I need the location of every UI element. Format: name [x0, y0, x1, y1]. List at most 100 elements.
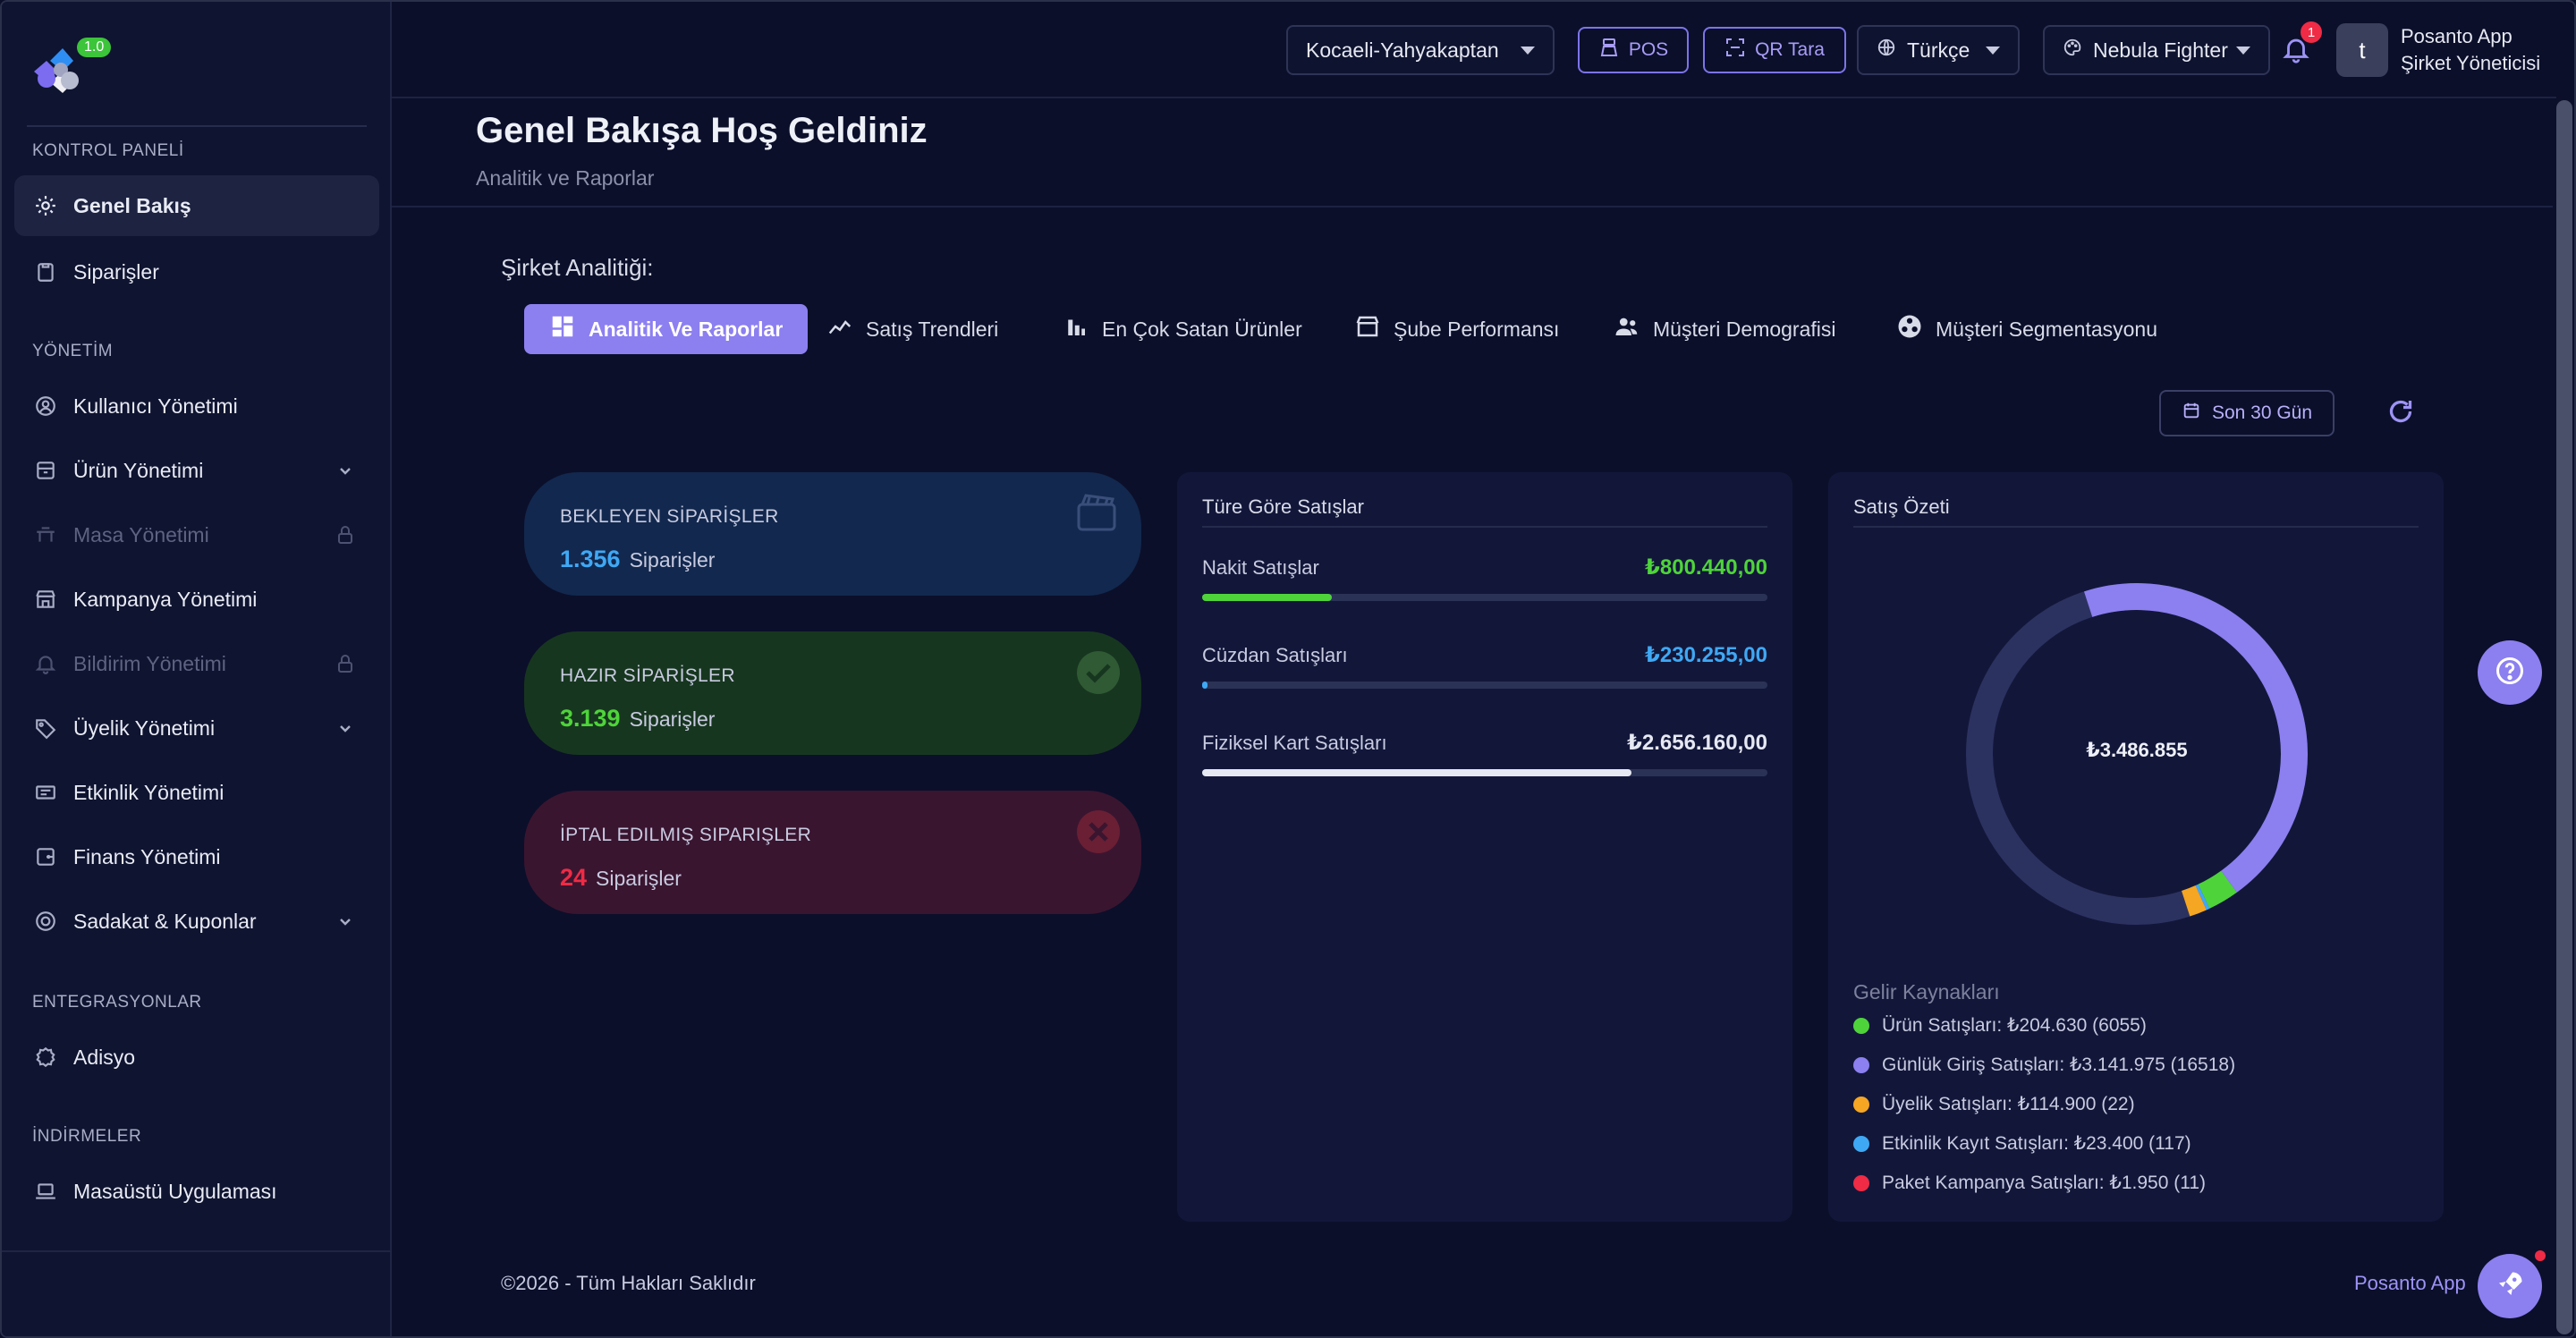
app-logo[interactable]: 1.0	[27, 36, 125, 98]
legend-item[interactable]: Üyelik Satışları: ₺114.900 (22)	[1853, 1093, 2135, 1115]
sidebar-item-label: Bildirim Yönetimi	[73, 651, 226, 675]
app-window: 1.0 KONTROL PANELİ Genel Bakış Siparişle…	[0, 0, 2576, 1338]
segment-icon	[1896, 313, 1923, 345]
sidebar-item-kampanya[interactable]: Kampanya Yönetimi	[14, 569, 379, 630]
legend-item[interactable]: Paket Kampanya Satışları: ₺1.950 (11)	[1853, 1172, 2206, 1194]
company-analytics-label: Şirket Analitiği:	[501, 254, 654, 281]
sidebar-item-label: Sadakat & Kuponlar	[73, 909, 257, 933]
legend-title: Gelir Kaynakları	[1853, 980, 2000, 1004]
progress-track	[1202, 594, 1767, 601]
sidebar-item-masaustu[interactable]: Masaüstü Uygulaması	[14, 1161, 379, 1222]
box-icon	[34, 459, 57, 482]
sidebar-item-urun[interactable]: Ürün Yönetimi	[14, 440, 379, 501]
language-select[interactable]: Türkçe	[1857, 25, 2020, 75]
card-count: 24 Siparişler	[560, 864, 682, 892]
register-icon	[1598, 37, 1620, 64]
check-icon	[1073, 648, 1123, 698]
sidebar-item-sadakat[interactable]: Sadakat & Kuponlar	[14, 891, 379, 952]
tab-musteri-demografisi[interactable]: Müşteri Demografisi	[1589, 304, 1861, 354]
sidebar-item-siparisler[interactable]: Siparişler	[14, 241, 379, 302]
legend-item[interactable]: Günlük Giriş Satışları: ₺3.141.975 (1651…	[1853, 1054, 2235, 1076]
laptop-icon	[34, 1180, 57, 1203]
tab-musteri-segmentasyonu[interactable]: Müşteri Segmentasyonu	[1871, 304, 2182, 354]
user-name[interactable]: Posanto App	[2401, 25, 2512, 48]
table-icon	[34, 523, 57, 546]
sidebar-item-uyelik[interactable]: Üyelik Yönetimi	[14, 698, 379, 758]
progress-track	[1202, 682, 1767, 689]
tab-en-cok-satan[interactable]: En Çok Satan Ürünler	[1038, 304, 1327, 354]
legend-label: Etkinlik Kayıt Satışları: ₺23.400 (117)	[1882, 1133, 2191, 1154]
card-count-value: 3.139	[560, 705, 621, 732]
chevron-down-icon[interactable]	[335, 910, 356, 932]
card-count-value: 1.356	[560, 546, 621, 572]
pending-orders-card[interactable]: BEKLEYEN SİPARİŞLER 1.356 Siparişler	[524, 472, 1141, 596]
sidebar-item-adisyo[interactable]: Adisyo	[14, 1027, 379, 1088]
panel-divider	[1202, 526, 1767, 528]
legend-dot	[1853, 1174, 1869, 1191]
tab-label: En Çok Satan Ürünler	[1102, 317, 1302, 341]
launch-button[interactable]	[2478, 1254, 2542, 1318]
panel-title: Türe Göre Satışlar	[1202, 495, 1364, 518]
lock-icon	[335, 524, 356, 546]
qr-scan-button[interactable]: QR Tara	[1703, 27, 1846, 73]
sidebar-divider	[2, 1250, 392, 1252]
coupon-icon	[34, 910, 57, 933]
scrollbar-thumb[interactable]	[2556, 100, 2572, 1334]
sidebar-item-genel-bakis[interactable]: Genel Bakış	[14, 175, 379, 236]
globe-icon	[1877, 38, 1896, 63]
legend-label: Paket Kampanya Satışları: ₺1.950 (11)	[1882, 1173, 2206, 1193]
ticket-icon	[34, 781, 57, 804]
legend-label: Günlük Giriş Satışları: ₺3.141.975 (1651…	[1882, 1054, 2236, 1075]
legend-label: Ürün Satışları: ₺204.630 (6055)	[1882, 1015, 2147, 1036]
avatar[interactable]: t	[2336, 23, 2388, 77]
legend-item[interactable]: Ürün Satışları: ₺204.630 (6055)	[1853, 1014, 2147, 1037]
donut-segment[interactable]	[2195, 884, 2210, 910]
cancel-icon	[1073, 807, 1123, 857]
date-range-button[interactable]: Son 30 Gün	[2159, 390, 2334, 436]
sidebar-item-label: Ürün Yönetimi	[73, 458, 204, 482]
legend-item[interactable]: Etkinlik Kayıt Satışları: ₺23.400 (117)	[1853, 1132, 2191, 1155]
chevron-down-icon[interactable]	[335, 717, 356, 739]
section-title-entegrasyonlar: ENTEGRASYONLAR	[32, 993, 202, 1012]
legend-label: Üyelik Satışları: ₺114.900 (22)	[1882, 1094, 2135, 1114]
card-label: HAZIR SİPARİŞLER	[560, 665, 735, 686]
sidebar-item-etkinlik[interactable]: Etkinlik Yönetimi	[14, 762, 379, 823]
donut-segment[interactable]	[2181, 885, 2207, 917]
progress-fill	[1202, 769, 1632, 776]
card-unit: Siparişler	[629, 548, 716, 572]
user-role: Şirket Yöneticisi	[2401, 52, 2541, 74]
tag-icon	[34, 716, 57, 740]
qr-scan-label: QR Tara	[1755, 39, 1825, 60]
sidebar-item-label: Kullanıcı Yönetimi	[73, 394, 238, 418]
refresh-icon[interactable]	[2385, 395, 2417, 428]
card-count: 1.356 Siparişler	[560, 546, 715, 573]
page-subtitle: Analitik ve Raporlar	[476, 166, 655, 190]
sidebar-item-label: Siparişler	[73, 259, 159, 284]
footer-brand-link[interactable]: Posanto App	[2354, 1272, 2466, 1295]
branch-select[interactable]: Kocaeli-Yahyakaptan	[1286, 25, 1555, 75]
theme-select[interactable]: Nebula Fighter	[2043, 25, 2270, 75]
sales-summary-panel: Satış Özeti ₺3.486.855 Gelir Kaynakları …	[1828, 472, 2444, 1222]
cancelled-orders-card[interactable]: İPTAL EDILMIŞ SIPARIŞLER 24 Siparişler	[524, 791, 1141, 914]
notification-badge: 1	[2301, 21, 2322, 43]
help-button[interactable]	[2478, 640, 2542, 705]
panel-title: Satış Özeti	[1853, 495, 1950, 518]
legend-dot	[1853, 1017, 1869, 1034]
tab-label: Müşteri Segmentasyonu	[1936, 317, 2158, 341]
donut-segment[interactable]	[2198, 870, 2237, 909]
pos-button[interactable]: POS	[1578, 27, 1689, 73]
donut-total: ₺3.486.855	[2086, 739, 2188, 761]
legend-dot	[1853, 1135, 1869, 1152]
card-label: İPTAL EDILMIŞ SIPARIŞLER	[560, 825, 812, 845]
sidebar-item-kullanici[interactable]: Kullanıcı Yönetimi	[14, 376, 379, 436]
ready-orders-card[interactable]: HAZIR SİPARİŞLER 3.139 Siparişler	[524, 631, 1141, 755]
chevron-down-icon[interactable]	[335, 460, 356, 481]
tab-sube-performansi[interactable]: Şube Performansı	[1329, 304, 1584, 354]
heading-divider	[392, 206, 2556, 207]
sidebar-item-label: Adisyo	[73, 1045, 136, 1069]
tab-analitik[interactable]: Analitik Ve Raporlar	[524, 304, 809, 354]
section-title-indirmeler: İNDİRMELER	[32, 1127, 142, 1146]
tab-satis-trendleri[interactable]: Satış Trendleri	[801, 304, 1023, 354]
version-badge: 1.0	[77, 38, 112, 57]
sidebar-item-finans[interactable]: Finans Yönetimi	[14, 826, 379, 887]
